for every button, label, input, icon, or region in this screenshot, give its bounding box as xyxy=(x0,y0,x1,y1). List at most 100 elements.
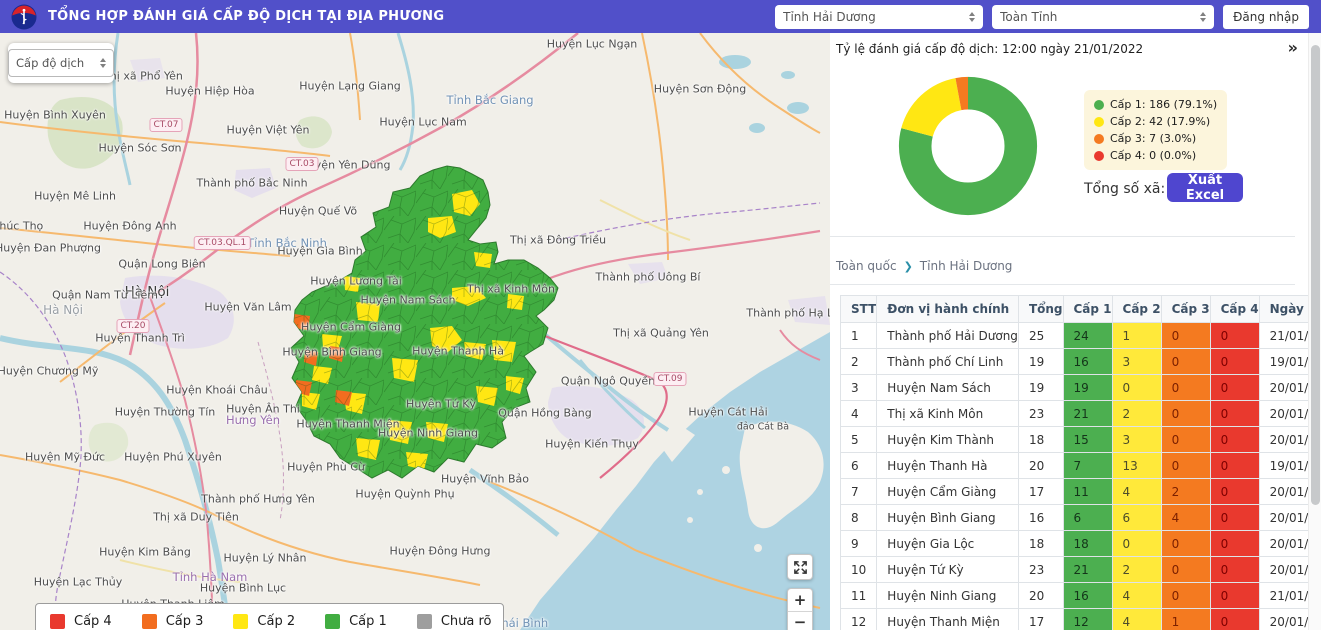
scrollbar-thumb[interactable] xyxy=(1311,45,1320,505)
road-badge: CT.03 xyxy=(285,157,318,171)
breadcrumb-current[interactable]: Tỉnh Hải Dương xyxy=(920,259,1013,273)
legend-label: Cấp 4 xyxy=(74,614,112,629)
map-label: Thành phố Uông Bí xyxy=(596,271,701,284)
map-label: Huyện Gia Bình xyxy=(277,245,362,258)
table-row[interactable]: 11Huyện Ninh Giang201640021/01/2022 xyxy=(841,583,1321,609)
map-label: Huyện Thanh Trì xyxy=(95,332,185,345)
map-label: Huyện Hiệp Hòa xyxy=(165,85,254,98)
cell: 10 xyxy=(841,557,877,583)
cell: Huyện Cẩm Giàng xyxy=(877,479,1019,505)
zoom-in-button[interactable]: + xyxy=(788,589,812,611)
cell: 1 xyxy=(1161,609,1210,630)
chart-legend-label: Cấp 2: 42 (17.9%) xyxy=(1110,115,1210,128)
map-label: Huyện Phù Cừ xyxy=(287,461,365,474)
fullscreen-button[interactable] xyxy=(787,554,813,580)
breadcrumb-home[interactable]: Toàn quốc xyxy=(836,259,897,273)
column-header: Cấp 1 xyxy=(1063,296,1112,323)
table-row[interactable]: 3Huyện Nam Sách191900020/01/2022 xyxy=(841,375,1321,401)
column-header: Đơn vị hành chính xyxy=(877,296,1019,323)
map-label: Thành phố Hạ Long xyxy=(746,307,830,320)
page-scrollbar[interactable] xyxy=(1308,33,1321,630)
cell: 4 xyxy=(1161,505,1210,531)
cell: 0 xyxy=(1161,375,1210,401)
table-row[interactable]: 9Huyện Gia Lộc181800020/01/2022 xyxy=(841,531,1321,557)
cell: 7 xyxy=(1063,453,1112,479)
login-button[interactable]: Đăng nhập xyxy=(1223,5,1309,29)
map-label: Quận Long Biên xyxy=(118,258,205,271)
cell: 3 xyxy=(1112,427,1161,453)
legend-label: Chưa rõ xyxy=(441,614,492,629)
cell: 16 xyxy=(1063,583,1112,609)
scope-select[interactable]: Toàn Tỉnh xyxy=(992,5,1214,29)
map-label: Quận Nam Từ Liêm xyxy=(52,289,158,302)
cell: Thành phố Chí Linh xyxy=(877,349,1019,375)
export-excel-button[interactable]: Xuất Excel xyxy=(1167,173,1243,202)
cell: 4 xyxy=(1112,479,1161,505)
road-badge: CT.07 xyxy=(149,118,182,132)
table-header-row: STTĐơn vị hành chínhTổngCấp 1Cấp 2Cấp 3C… xyxy=(841,296,1321,323)
table-row[interactable]: 7Huyện Cẩm Giàng171142020/01/2022 xyxy=(841,479,1321,505)
cell: 21 xyxy=(1063,557,1112,583)
cell: 0 xyxy=(1161,583,1210,609)
column-header: Cấp 3 xyxy=(1161,296,1210,323)
cell: 11 xyxy=(841,583,877,609)
table-row[interactable]: 5Huyện Kim Thành181530020/01/2022 xyxy=(841,427,1321,453)
chart-legend-label: Cấp 3: 7 (3.0%) xyxy=(1110,132,1196,145)
table-row[interactable]: 1Thành phố Hải Dương252410021/01/2022 xyxy=(841,323,1321,349)
map-label: Huyện Mỹ Đức xyxy=(25,451,105,464)
column-header: Cấp 2 xyxy=(1112,296,1161,323)
map-canvas[interactable]: Thị xã Phổ YênHuyện Hiệp HòaHuyện Lạng G… xyxy=(0,33,830,630)
zoom-out-button[interactable]: − xyxy=(788,611,812,630)
cell: 0 xyxy=(1161,349,1210,375)
scope-select-value: Toàn Tỉnh xyxy=(1000,10,1057,24)
column-header: Tổng xyxy=(1018,296,1063,323)
cell: 0 xyxy=(1210,583,1259,609)
map-label: Huyện Thường Tín xyxy=(115,406,216,419)
cell: 23 xyxy=(1018,557,1063,583)
cell: 12 xyxy=(841,609,877,630)
table-row[interactable]: 2Thành phố Chí Linh191630019/01/2022 xyxy=(841,349,1321,375)
table-row[interactable]: 8Huyện Bình Giang16664020/01/2022 xyxy=(841,505,1321,531)
map-filter-card: Cấp độ dịch xyxy=(8,43,114,83)
legend-dot xyxy=(1094,134,1104,144)
map-label: Thị xã Phổ Yên xyxy=(103,70,183,83)
cell: 0 xyxy=(1112,375,1161,401)
cell: 2 xyxy=(1112,557,1161,583)
cell: 4 xyxy=(841,401,877,427)
cell: 18 xyxy=(1018,531,1063,557)
table-row[interactable]: 6Huyện Thanh Hà207130019/01/2022 xyxy=(841,453,1321,479)
level-filter-select[interactable]: Cấp độ dịch xyxy=(8,49,114,77)
chart-title: Tỷ lệ đánh giá cấp độ dịch: 12:00 ngày 2… xyxy=(836,42,1143,56)
collapse-panel-icon[interactable]: » xyxy=(1288,40,1298,56)
province-select[interactable]: Tỉnh Hải Dương xyxy=(775,5,983,29)
cell: 6 xyxy=(841,453,877,479)
cell: 0 xyxy=(1161,531,1210,557)
map-label: Huyện Đông Hưng xyxy=(390,545,491,558)
breadcrumb: Toàn quốc ❯ Tỉnh Hải Dương xyxy=(836,259,1012,273)
table-row[interactable]: 10Huyện Tứ Kỳ232120020/01/2022 xyxy=(841,557,1321,583)
chart-legend-item: Cấp 2: 42 (17.9%) xyxy=(1094,115,1217,128)
chart-legend-label: Cấp 4: 0 (0.0%) xyxy=(1110,149,1196,162)
cell: 6 xyxy=(1063,505,1112,531)
cell: 19 xyxy=(1063,375,1112,401)
map-label: Huyện Việt Yên xyxy=(227,124,310,137)
map-label: Huyện Bình Xuyên xyxy=(4,109,106,122)
cell: 0 xyxy=(1161,453,1210,479)
select-updown-icon xyxy=(100,58,106,68)
cell: 24 xyxy=(1063,323,1112,349)
level-filter-value: Cấp độ dịch xyxy=(16,56,84,70)
table-row[interactable]: 4Thị xã Kinh Môn232120020/01/2022 xyxy=(841,401,1321,427)
cell: 20 xyxy=(1018,453,1063,479)
map-label: Huyện Lý Nhân xyxy=(223,552,306,565)
cell: 2 xyxy=(1161,479,1210,505)
cell: 2 xyxy=(1112,401,1161,427)
table-row[interactable]: 12Huyện Thanh Miện171241020/01/2022 xyxy=(841,609,1321,630)
level-donut-chart[interactable] xyxy=(880,58,1056,234)
cell: 2 xyxy=(841,349,877,375)
column-header: Cấp 4 xyxy=(1210,296,1259,323)
cell: 23 xyxy=(1018,401,1063,427)
map-label: Huyện Cẩm Giàng xyxy=(301,321,401,334)
cell: 8 xyxy=(841,505,877,531)
map-legend-item: Chưa rõ xyxy=(417,614,492,629)
map-label: Phúc Thọ xyxy=(0,220,43,233)
